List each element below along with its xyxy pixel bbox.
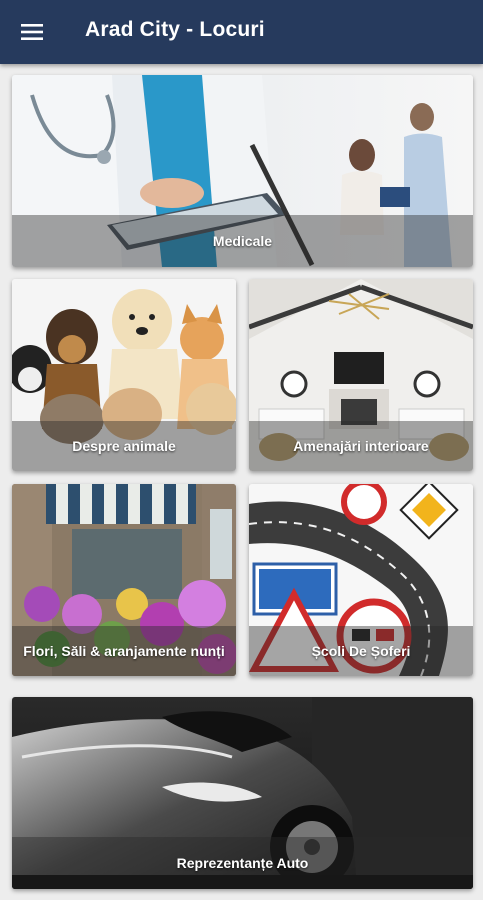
category-label: Reprezentanțe Auto (12, 837, 473, 889)
hamburger-menu-icon (21, 24, 43, 40)
category-label: Școli De Șoferi (249, 626, 473, 676)
category-label: Despre animale (12, 421, 236, 471)
category-card-flori-sali-aranjamente-nunti[interactable]: Flori, Săli & aranjamente nunți (12, 484, 236, 676)
category-card-medicale[interactable]: Medicale (12, 75, 473, 267)
hamburger-menu-button[interactable] (14, 16, 50, 48)
category-label: Flori, Săli & aranjamente nunți (12, 626, 236, 676)
category-label: Medicale (12, 215, 473, 267)
category-label: Amenajări interioare (249, 421, 473, 471)
category-card-amenajari-interioare[interactable]: Amenajări interioare (249, 279, 473, 471)
category-card-scoli-de-soferi[interactable]: Școli De Șoferi (249, 484, 473, 676)
app-bar: Arad City - Locuri (0, 0, 483, 64)
category-card-reprezentante-auto[interactable]: Reprezentanțe Auto (12, 697, 473, 889)
category-card-despre-animale[interactable]: Despre animale (12, 279, 236, 471)
page-title: Arad City - Locuri (85, 18, 265, 41)
